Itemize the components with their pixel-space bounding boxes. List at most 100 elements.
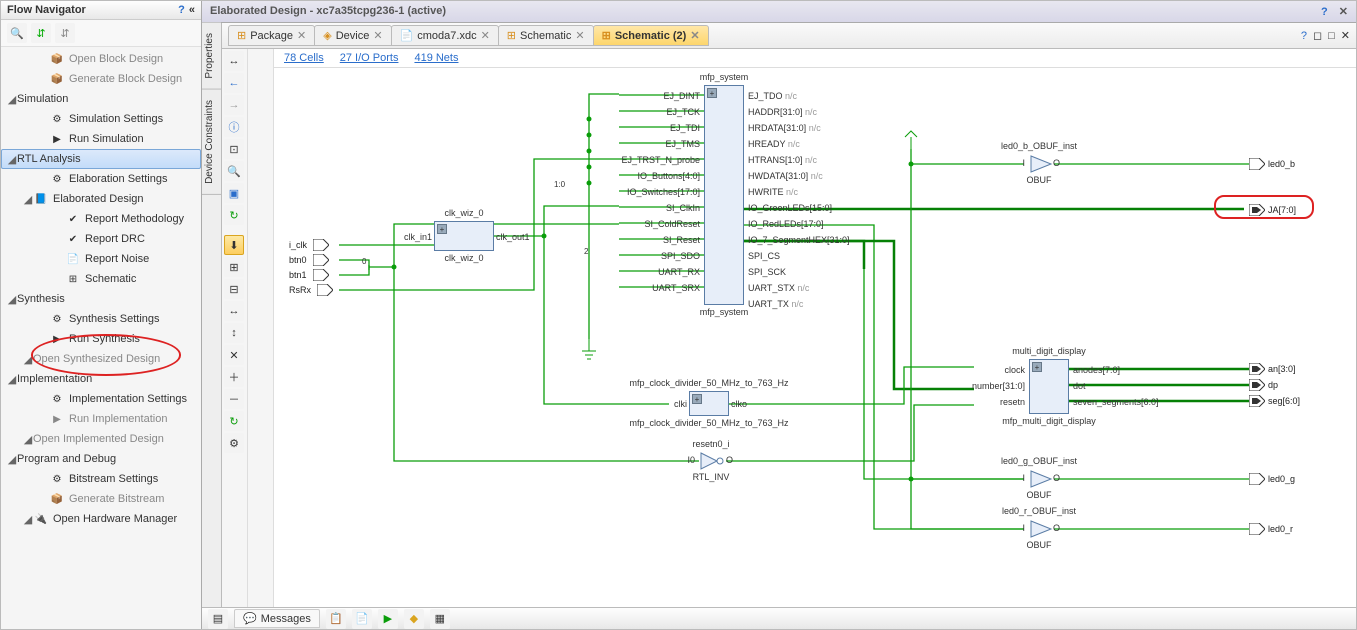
tree-item[interactable]: ◢Program and Debug [1,449,201,469]
label: OBUF [1026,540,1051,550]
maximize-icon[interactable]: □ [1328,30,1335,42]
label: UART_RX [658,267,700,277]
tree-item[interactable]: 📄Report Noise [1,249,201,269]
regen2-icon[interactable]: ↻ [224,411,244,431]
tree-item[interactable]: ⊞Schematic [1,269,201,289]
label: IO_7_SegmentHEX[31:0] [748,235,850,245]
expand-h-icon[interactable]: ↔ [224,301,244,321]
label: IO_Buttons[4:0] [637,171,700,181]
regen-icon[interactable]: ↻ [224,205,244,225]
close-icon[interactable]: ✕ [481,29,490,42]
tree-item[interactable]: ◢📘Elaborated Design [1,189,201,209]
output-pin[interactable]: led0_g [1249,473,1295,485]
collapse-h-icon[interactable]: ↕ [224,323,244,343]
sb-icon-3[interactable]: ▶ [378,609,398,629]
tree-item[interactable]: ◢🔌Open Hardware Manager [1,509,201,529]
block-mfp_system[interactable]: + [704,85,744,305]
collapse-tree-icon[interactable]: ⇵ [55,23,75,43]
minus-icon[interactable]: － [224,389,244,409]
nets-link[interactable]: 419 Nets [414,52,458,64]
help-icon[interactable]: ? [1321,6,1328,18]
output-pin[interactable]: led0_b [1249,158,1295,170]
input-pin[interactable]: RsRx [289,284,333,296]
tab-cmoda7-xdc[interactable]: 📄cmoda7.xdc✕ [391,25,499,46]
buffer[interactable] [1029,519,1053,542]
tree-item[interactable]: ⚙Implementation Settings [1,389,201,409]
tree-item[interactable]: ⚙Elaboration Settings [1,169,201,189]
close-icon[interactable]: ✕ [575,29,584,42]
tab-properties[interactable]: Properties [202,23,221,90]
forward-icon[interactable]: → [224,95,244,115]
tab-schematic[interactable]: ⊞Schematic✕ [498,25,594,46]
inverter[interactable] [699,451,725,474]
buffer[interactable] [1029,469,1053,492]
tree-item[interactable]: ◢RTL Analysis [1,149,201,169]
cursor-icon[interactable]: ↔ [224,51,244,71]
tree-item[interactable]: ◢Simulation [1,89,201,109]
label: IO_Switches[17:0] [627,187,700,197]
block-mfp_clock_divider_50_MHz_to_763_Hz[interactable]: + [689,391,729,416]
label: SPI_SDO [661,251,700,261]
console-icon[interactable]: ▤ [208,609,228,629]
remove-icon[interactable]: ✕ [224,345,244,365]
info-icon[interactable]: ⓘ [224,117,244,137]
close-icon[interactable]: ✕ [1339,6,1348,18]
tab-icon: ◈ [323,29,331,42]
block-clk_wiz_0[interactable]: + [434,221,494,251]
zoom-fit-icon[interactable]: ⊡ [224,139,244,159]
tree-item[interactable]: ⚙Synthesis Settings [1,309,201,329]
tree-item[interactable]: ◢Synthesis [1,289,201,309]
block-multi_digit_display[interactable]: + [1029,359,1069,414]
sb-icon-2[interactable]: 📄 [352,609,372,629]
search-icon[interactable]: 🔍 [7,23,27,43]
svg-text:1:0: 1:0 [554,180,566,189]
output-pin[interactable]: dp [1249,379,1278,391]
tree-item[interactable]: ⚙Simulation Settings [1,109,201,129]
output-pin[interactable]: seg[6:0] [1249,395,1300,407]
input-pin[interactable]: btn1 [289,269,329,281]
buffer[interactable] [1029,154,1053,177]
ports-link[interactable]: 27 I/O Ports [340,52,399,64]
restore-icon[interactable]: ◻ [1313,29,1322,42]
tab-device[interactable]: ◈Device✕ [314,25,391,46]
messages-tab[interactable]: 💬 Messages [234,609,320,628]
plus-icon[interactable]: ＋ [224,367,244,387]
cells-link[interactable]: 78 Cells [284,52,324,64]
tab-schematic-2-[interactable]: ⊞Schematic (2)✕ [593,25,709,46]
tree-item: 📦Generate Bitstream [1,489,201,509]
tree-item[interactable]: ✔Report Methodology [1,209,201,229]
close-icon[interactable]: ✕ [297,29,306,42]
label: RTL_INV [693,472,730,482]
close-icon[interactable]: ✕ [373,29,382,42]
label: UART_SRX [652,283,700,293]
show-icon[interactable]: ⊞ [224,257,244,277]
tree-item[interactable]: ▶Run Simulation [1,129,201,149]
sb-icon-1[interactable]: 📋 [326,609,346,629]
schematic-canvas[interactable]: 78 Cells27 I/O Ports419 Nets1:020i_clkbt… [274,49,1356,607]
help-icon[interactable]: ? [178,4,185,16]
tree-item[interactable]: ✔Report DRC [1,229,201,249]
expand-icon[interactable]: ⇵ [31,23,51,43]
sb-icon-5[interactable]: ▦ [430,609,450,629]
tab-package[interactable]: ⊞Package✕ [228,25,315,46]
label: seven_segments[6:0] [1073,397,1159,407]
close-tab-icon[interactable]: ✕ [1341,29,1350,42]
output-pin[interactable]: an[3:0] [1249,363,1296,375]
hide-icon[interactable]: ⊟ [224,279,244,299]
sb-icon-4[interactable]: ◆ [404,609,424,629]
back-icon[interactable]: ← [224,73,244,93]
output-pin[interactable]: led0_r [1249,523,1293,535]
zoom-in-icon[interactable]: 🔍 [224,161,244,181]
highlight-icon[interactable]: ⬇ [224,235,244,255]
select-icon[interactable]: ▣ [224,183,244,203]
label: led0_b_OBUF_inst [1001,141,1077,151]
help-icon[interactable]: ? [1301,30,1307,42]
input-pin[interactable]: i_clk [289,239,329,251]
label: anodes[7:0] [1073,365,1120,375]
tab-device-constraints[interactable]: Device Constraints [202,90,221,195]
settings-icon[interactable]: ⚙ [224,433,244,453]
close-icon[interactable]: ✕ [690,29,699,42]
tree-item[interactable]: ⚙Bitstream Settings [1,469,201,489]
collapse-icon[interactable]: « [189,4,195,16]
input-pin[interactable]: btn0 [289,254,329,266]
